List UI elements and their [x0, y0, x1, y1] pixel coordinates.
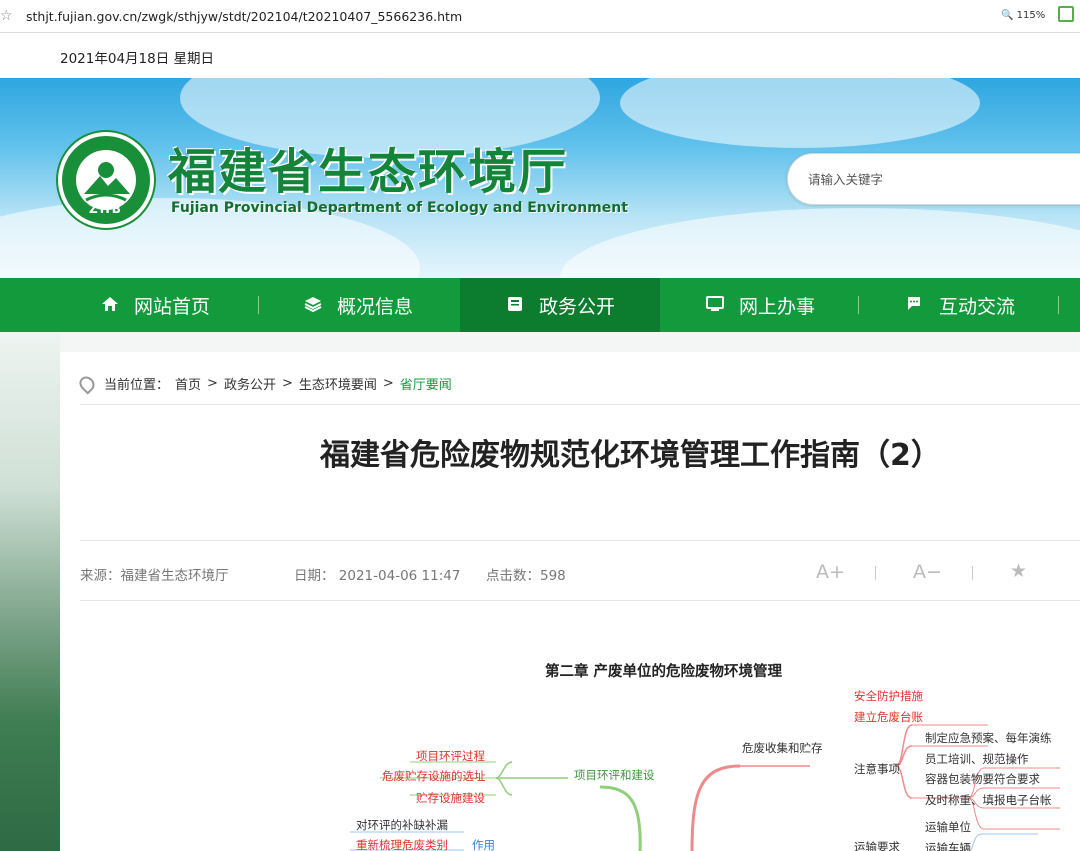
main-nav: 网站首页 概况信息 政务公开 网上办事 互动交流 [0, 278, 1080, 332]
breadcrumb-prefix: 当前位置： [104, 378, 170, 393]
font-decrease-button[interactable]: A− [913, 561, 942, 583]
mm-left2-branch: 作用 [472, 838, 495, 851]
breadcrumb-government-affairs[interactable]: 政务公开 [224, 374, 276, 393]
monitor-icon [705, 296, 725, 314]
breadcrumb-home[interactable]: 首页 [175, 374, 201, 393]
site-logo-icon[interactable]: ZHB [58, 132, 154, 228]
breadcrumb-current[interactable]: 省厅要闻 [400, 374, 452, 393]
mm-right-branch: 危废收集和贮存 [742, 741, 823, 755]
home-icon [100, 296, 120, 314]
mm-transport-branch: 运输要求 [854, 840, 900, 851]
chat-icon [905, 296, 925, 314]
nav-item-overview[interactable]: 概况信息 [258, 278, 458, 332]
mm-right-child: 建立危废台账 [854, 710, 923, 724]
site-name-cn[interactable]: 福建省生态环境厅 [168, 132, 568, 202]
breadcrumb: 当前位置： 首页 > 政务公开 > 生态环境要闻 > 省厅要闻 [76, 372, 452, 395]
mindmap-title: 第二章 产废单位的危险废物环境管理 [545, 664, 783, 680]
article-date: 日期： 2021-04-06 11:47 [294, 568, 461, 584]
nav-item-interaction[interactable]: 互动交流 [860, 278, 1060, 332]
mm-left-child: 危废贮存设施的选址 [382, 769, 486, 783]
search-box[interactable] [787, 153, 1080, 205]
nav-label: 政务公开 [538, 295, 615, 318]
nav-label: 概况信息 [336, 295, 413, 318]
logo-emblem-icon [84, 162, 130, 202]
zoom-level[interactable]: 🔍 115% [1001, 10, 1045, 21]
mm-note: 制定应急预案、每年演练 [925, 731, 1052, 745]
mm-left-child: 项目环评过程 [416, 749, 485, 763]
mm-right-child: 安全防护措施 [854, 689, 923, 703]
document-icon [505, 296, 525, 314]
location-pin-icon [76, 372, 98, 395]
layers-icon [303, 296, 323, 314]
mm-transport-child: 运输单位 [925, 820, 971, 834]
mm-notes-branch: 注意事项 [854, 762, 900, 776]
browser-address-bar: ☆ sthjt.fujian.gov.cn/zwgk/sthjyw/stdt/2… [0, 0, 1080, 33]
font-increase-button[interactable]: A+ [816, 561, 845, 583]
current-date: 2021年04月18日 星期日 [60, 51, 215, 67]
nav-item-home[interactable]: 网站首页 [55, 278, 255, 332]
reading-list-icon[interactable] [1058, 6, 1074, 22]
mm-note: 及时称重、填报电子台帐 [925, 793, 1052, 807]
background-scenery [0, 332, 60, 851]
article-clicks: 点击数：598 [486, 568, 566, 584]
nav-item-online-service[interactable]: 网上办事 [660, 278, 860, 332]
logo-abbr: ZHB [89, 202, 123, 216]
top-date-bar: 2021年04月18日 星期日 [0, 33, 1080, 78]
search-input[interactable] [808, 168, 1068, 190]
url-text[interactable]: sthjt.fujian.gov.cn/zwgk/sthjyw/stdt/202… [26, 9, 462, 24]
site-name-en: Fujian Provincial Department of Ecology … [171, 200, 628, 216]
nav-label: 网站首页 [133, 295, 210, 318]
mm-transport-child: 运输车辆 [925, 841, 971, 851]
article-card: 当前位置： 首页 > 政务公开 > 生态环境要闻 > 省厅要闻 福建省危险废物规… [60, 352, 1080, 851]
nav-item-government-affairs[interactable]: 政务公开 [460, 278, 660, 332]
mm-left2-child: 对环评的补缺补漏 [356, 818, 448, 832]
breadcrumb-eco-news[interactable]: 生态环境要闻 [299, 374, 377, 393]
nav-label: 互动交流 [938, 295, 1015, 318]
mm-left-child: 贮存设施建设 [416, 791, 485, 805]
mm-left2-child: 重新梳理危废类别 [356, 838, 448, 851]
zoom-value: 115% [1016, 10, 1046, 21]
article-title: 福建省危险废物规范化环境管理工作指南（2） [320, 438, 941, 473]
mm-note: 员工培训、规范操作 [925, 752, 1029, 766]
article-source: 来源：福建省生态环境厅 [80, 568, 229, 584]
nav-label: 网上办事 [738, 295, 815, 318]
mm-left-branch: 项目环评和建设 [574, 768, 655, 782]
favorite-star-icon[interactable]: ★ [1010, 560, 1027, 582]
mm-note: 容器包装物要符合要求 [925, 772, 1040, 786]
bookmark-star-icon[interactable]: ☆ [0, 8, 13, 24]
